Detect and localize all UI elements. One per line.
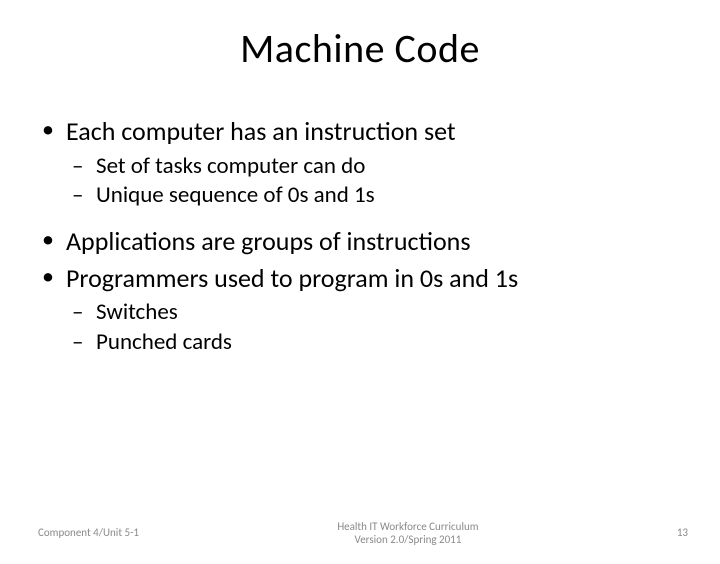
sub-bullet-text: Set of tasks computer can do bbox=[96, 152, 365, 180]
sub-bullet-item: Unique sequence of 0s and 1s bbox=[70, 181, 682, 211]
footer-center-line1: Health IT Workforce Curriculum bbox=[139, 520, 677, 533]
sub-bullet-item: Switches bbox=[70, 298, 682, 328]
sub-bullet-text: Unique sequence of 0s and 1s bbox=[96, 181, 375, 209]
slide-body: Each computer has an instruction set Set… bbox=[0, 115, 720, 358]
footer-center: Health IT Workforce Curriculum Version 2… bbox=[139, 520, 677, 546]
bullet-text: Programmers used to program in 0s and 1s bbox=[66, 262, 518, 294]
footer-center-line2: Version 2.0/Spring 2011 bbox=[139, 533, 677, 546]
sub-bullet-text: Punched cards bbox=[96, 328, 232, 356]
sub-bullet-text: Switches bbox=[96, 298, 178, 326]
sub-bullet-item: Set of tasks computer can do bbox=[70, 152, 682, 182]
bullet-item: Programmers used to program in 0s and 1s… bbox=[38, 262, 682, 358]
bullet-item: Each computer has an instruction set Set… bbox=[38, 115, 682, 211]
page-number: 13 bbox=[677, 526, 720, 539]
bullet-text: Each computer has an instruction set bbox=[66, 115, 456, 147]
slide-title: Machine Code bbox=[0, 24, 720, 73]
slide-footer: Component 4/Unit 5-1 Health IT Workforce… bbox=[0, 520, 720, 546]
sub-bullet-item: Punched cards bbox=[70, 328, 682, 358]
bullet-text: Applications are groups of instructions bbox=[66, 225, 471, 257]
footer-left: Component 4/Unit 5-1 bbox=[0, 526, 139, 539]
bullet-item: Applications are groups of instructions bbox=[38, 225, 682, 258]
